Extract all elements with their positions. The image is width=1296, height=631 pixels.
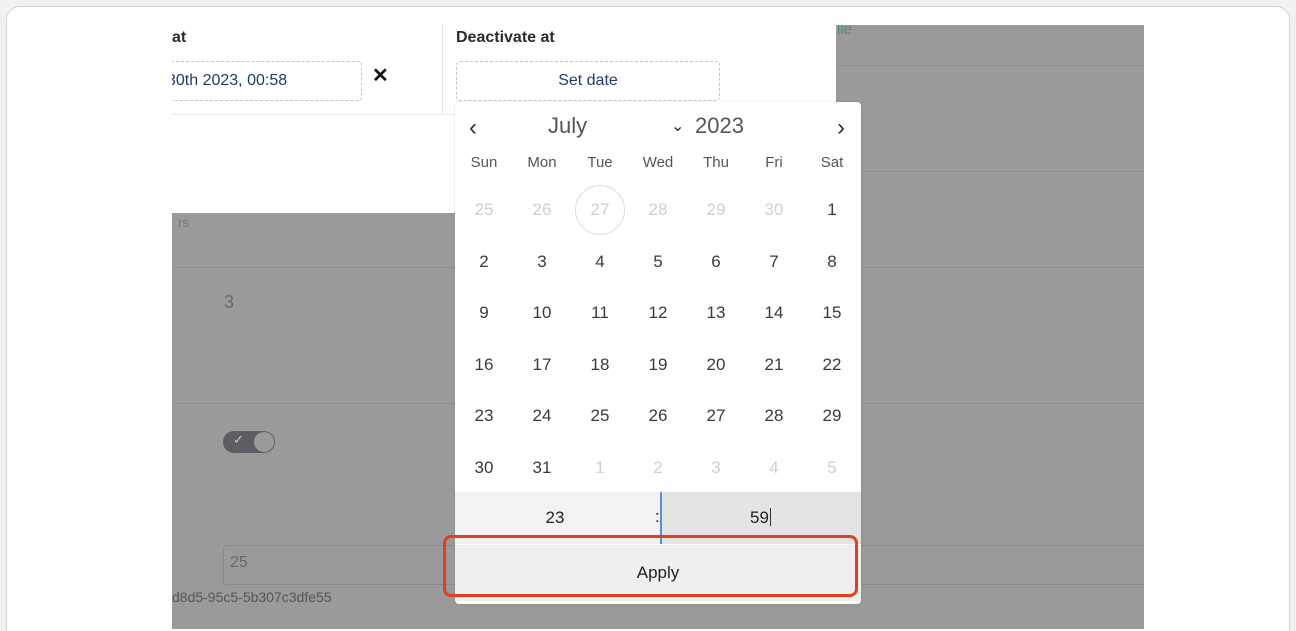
weekday-label: Tue <box>587 154 613 171</box>
calendar-day[interactable]: 8 <box>807 237 857 287</box>
calendar-header: ‹ July ⌄ 2023 › <box>455 102 861 148</box>
minute-input[interactable]: 59 <box>660 492 861 544</box>
calendar-day[interactable]: 22 <box>807 340 857 390</box>
text-caret <box>769 508 771 526</box>
calendar-day[interactable]: 28 <box>749 391 799 441</box>
calendar-day[interactable]: 13 <box>691 288 741 338</box>
calendar-day[interactable]: 10 <box>517 288 567 338</box>
calendar-day[interactable]: 12 <box>633 288 683 338</box>
calendar-day[interactable]: 6 <box>691 237 741 287</box>
calendar-day[interactable]: 19 <box>633 340 683 390</box>
deactivate-at-label: Deactivate at <box>456 29 555 46</box>
calendar-day[interactable]: 29 <box>807 391 857 441</box>
calendar-day[interactable]: 9 <box>459 288 509 338</box>
month-select[interactable]: July <box>548 113 587 139</box>
background-input-value: 25 <box>230 554 248 571</box>
calendar-day[interactable]: 27 <box>575 185 625 235</box>
calendar-day[interactable]: 21 <box>749 340 799 390</box>
calendar-day[interactable]: 1 <box>807 185 857 235</box>
minute-text: 59 <box>750 508 769 527</box>
check-icon: ✓ <box>233 432 244 447</box>
calendar-day[interactable]: 25 <box>575 391 625 441</box>
calendar-day[interactable]: 5 <box>807 443 857 493</box>
calendar-day[interactable]: 23 <box>459 391 509 441</box>
time-picker: 23 : 59 <box>455 492 861 544</box>
chevron-down-icon[interactable]: ⌄ <box>671 116 684 136</box>
activate-at-label: at <box>172 29 187 46</box>
background-link: lle <box>837 25 853 38</box>
calendar-day[interactable]: 29 <box>691 185 741 235</box>
date-picker-calendar: ‹ July ⌄ 2023 › Sun Mon Tue Wed Thu Fri … <box>455 102 861 604</box>
calendar-day[interactable]: 18 <box>575 340 625 390</box>
minute-value: 59 <box>662 508 859 528</box>
background-label: rs <box>178 215 189 230</box>
activate-date-field[interactable]: 30th 2023, 00:58 <box>172 61 362 101</box>
toggle-knob <box>254 432 274 452</box>
screenshot-frame: lle rs 3 ✓ 25 d8d5-95c5-5b307c3dfe55 at … <box>6 6 1290 631</box>
calendar-day[interactable]: 15 <box>807 288 857 338</box>
calendar-day[interactable]: 20 <box>691 340 741 390</box>
calendar-day[interactable]: 11 <box>575 288 625 338</box>
calendar-day[interactable]: 2 <box>459 237 509 287</box>
calendar-day[interactable]: 3 <box>691 443 741 493</box>
weekday-row: Sun Mon Tue Wed Thu Fri Sat <box>455 154 861 176</box>
calendar-day[interactable]: 25 <box>459 185 509 235</box>
calendar-day[interactable]: 26 <box>633 391 683 441</box>
hour-input[interactable]: 23 <box>455 492 660 544</box>
column-divider <box>442 25 443 115</box>
background-divider <box>836 65 1144 66</box>
calendar-day[interactable]: 4 <box>575 237 625 287</box>
calendar-day[interactable]: 27 <box>691 391 741 441</box>
calendar-day[interactable]: 26 <box>517 185 567 235</box>
calendar-day[interactable]: 28 <box>633 185 683 235</box>
weekday-label: Sat <box>820 154 844 171</box>
calendar-day[interactable]: 14 <box>749 288 799 338</box>
background-uuid: d8d5-95c5-5b307c3dfe55 <box>172 589 332 605</box>
weekday-label: Fri <box>765 154 783 171</box>
calendar-day[interactable]: 24 <box>517 391 567 441</box>
weekday-label: Wed <box>642 154 674 171</box>
calendar-day[interactable]: 2 <box>633 443 683 493</box>
calendar-day[interactable]: 31 <box>517 443 567 493</box>
calendar-day[interactable]: 30 <box>459 443 509 493</box>
weekday-label: Thu <box>703 154 729 171</box>
hour-value: 23 <box>545 508 565 527</box>
app-viewport: lle rs 3 ✓ 25 d8d5-95c5-5b307c3dfe55 at … <box>172 25 1144 629</box>
weekday-label: Sun <box>470 154 498 171</box>
weekday-label: Mon <box>527 154 557 171</box>
deactivate-date-field[interactable]: Set date <box>456 61 720 101</box>
calendar-day[interactable]: 30 <box>749 185 799 235</box>
calendar-day[interactable]: 4 <box>749 443 799 493</box>
year-input[interactable]: 2023 <box>695 113 744 139</box>
background-divider <box>836 171 1144 172</box>
calendar-day[interactable]: 3 <box>517 237 567 287</box>
background-number-value: 3 <box>224 292 235 312</box>
calendar-day[interactable]: 7 <box>749 237 799 287</box>
chevron-right-icon[interactable]: › <box>837 114 845 142</box>
chevron-left-icon[interactable]: ‹ <box>469 114 477 142</box>
background-toggle[interactable]: ✓ <box>223 431 275 453</box>
calendar-day[interactable]: 16 <box>459 340 509 390</box>
calendar-day[interactable]: 17 <box>517 340 567 390</box>
calendar-day[interactable]: 5 <box>633 237 683 287</box>
clear-icon[interactable]: ✕ <box>372 63 389 88</box>
apply-button[interactable]: Apply <box>455 545 861 601</box>
calendar-day[interactable]: 1 <box>575 443 625 493</box>
